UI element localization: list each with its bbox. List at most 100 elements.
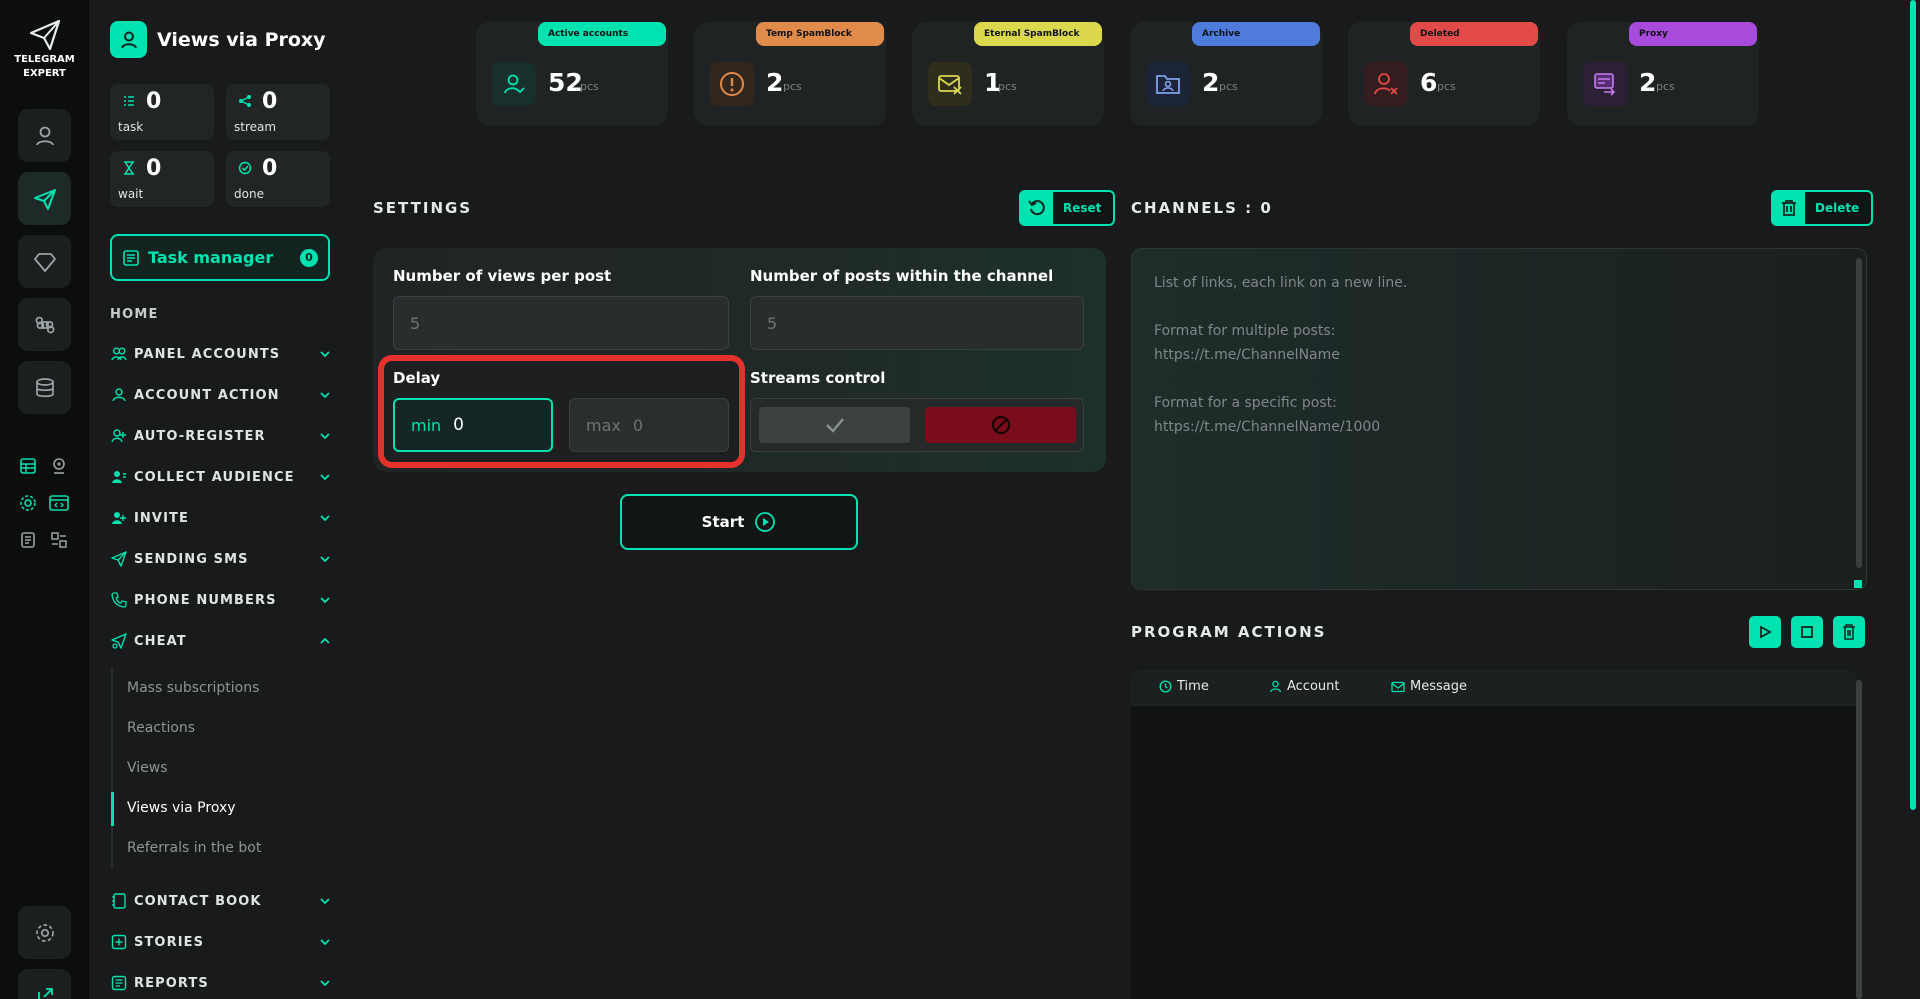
channels-hint-line: Format for a specific post: bbox=[1154, 395, 1337, 411]
menu-label: AUTO-REGISTER bbox=[134, 428, 266, 444]
menu-invite[interactable]: INVITE bbox=[110, 507, 332, 529]
counter-temp-spamblock[interactable]: Temp SpamBlock 2 pcs bbox=[694, 22, 886, 126]
counter-label: Archive bbox=[1192, 22, 1320, 46]
program-play-button[interactable] bbox=[1749, 616, 1781, 648]
submenu-reactions[interactable]: Reactions bbox=[127, 720, 195, 736]
external-link-icon bbox=[37, 987, 53, 999]
menu-stories[interactable]: STORIES bbox=[110, 931, 332, 953]
menu-contact-book[interactable]: CONTACT BOOK bbox=[110, 890, 332, 912]
program-stop-button[interactable] bbox=[1791, 616, 1823, 648]
menu-label: CHEAT bbox=[134, 633, 187, 649]
app-window: TELEGRAM EXPERT Views via Proxy 0 task 0… bbox=[0, 0, 1920, 999]
check-circle-icon bbox=[238, 161, 252, 175]
menu-sending-sms[interactable]: SENDING SMS bbox=[110, 548, 332, 570]
delay-max-input[interactable]: max 0 bbox=[569, 398, 729, 452]
submenu-referrals-in-the-bot[interactable]: Referrals in the bot bbox=[127, 840, 261, 856]
reset-button[interactable]: Reset bbox=[1019, 190, 1116, 226]
rail-code-window-icon[interactable] bbox=[48, 492, 70, 514]
rail-gear-icon[interactable] bbox=[17, 492, 39, 514]
delete-button[interactable]: Delete bbox=[1771, 190, 1874, 226]
rail-command-button[interactable] bbox=[18, 298, 71, 351]
counter-deleted[interactable]: Deleted 6 pcs bbox=[1348, 22, 1540, 126]
counter-proxy[interactable]: Proxy 2 pcs bbox=[1567, 22, 1759, 126]
menu-label: ACCOUNT ACTION bbox=[134, 387, 280, 403]
program-clear-button[interactable] bbox=[1833, 616, 1865, 648]
mail-block-icon bbox=[928, 62, 972, 106]
column-message[interactable]: Message bbox=[1391, 679, 1467, 694]
delay-min-value: 0 bbox=[453, 415, 464, 435]
menu-phone-numbers[interactable]: PHONE NUMBERS bbox=[110, 589, 332, 611]
chevron-down-icon bbox=[320, 433, 330, 440]
stat-done-label: done bbox=[234, 187, 264, 201]
rail-table-icon[interactable] bbox=[17, 455, 39, 477]
active-user-icon bbox=[492, 62, 536, 106]
submenu-views[interactable]: Views bbox=[127, 760, 168, 776]
counter-label: Eternal SpamBlock bbox=[974, 22, 1102, 46]
menu-label: SENDING SMS bbox=[134, 551, 249, 567]
menu-home[interactable]: HOME bbox=[110, 307, 159, 322]
program-actions-table: Time Account Message bbox=[1131, 670, 1858, 999]
settings-title: SETTINGS bbox=[373, 199, 473, 217]
menu-auto-register[interactable]: AUTO-REGISTER bbox=[110, 425, 332, 447]
counter-label: Active accounts bbox=[538, 22, 666, 46]
delete-label: Delete bbox=[1815, 201, 1860, 215]
rail-export-button[interactable] bbox=[18, 969, 71, 999]
menu-reports[interactable]: REPORTS bbox=[110, 972, 332, 994]
start-button[interactable]: Start bbox=[620, 494, 858, 550]
rail-accounts-button[interactable] bbox=[18, 109, 71, 162]
chevron-down-icon bbox=[320, 980, 330, 987]
user-icon bbox=[110, 386, 128, 404]
counter-value: 52 bbox=[548, 68, 583, 97]
logo-text-line2: EXPERT bbox=[23, 68, 66, 79]
task-list-icon bbox=[124, 96, 134, 106]
counter-archive[interactable]: Archive 2 pcs bbox=[1130, 22, 1322, 126]
menu-label: CONTACT BOOK bbox=[134, 893, 262, 909]
submenu-views-via-proxy[interactable]: Views via Proxy bbox=[127, 800, 236, 816]
menu-panel-accounts[interactable]: PANEL ACCOUNTS bbox=[110, 343, 332, 365]
counter-value: 2 bbox=[1639, 68, 1657, 97]
delay-max-prefix: max bbox=[586, 415, 621, 435]
program-actions-title: PROGRAM ACTIONS bbox=[1131, 623, 1327, 641]
task-manager-label: Task manager bbox=[148, 248, 274, 267]
streams-enable-button[interactable] bbox=[759, 407, 910, 443]
views-per-post-input[interactable]: 5 bbox=[393, 296, 729, 350]
channels-hint-line: https://t.me/ChannelName/1000 bbox=[1154, 419, 1381, 435]
chevron-down-icon bbox=[320, 515, 330, 522]
page-scrollbar[interactable] bbox=[1910, 0, 1916, 810]
chevron-down-icon bbox=[320, 474, 330, 481]
sidebar-header: Views via Proxy bbox=[110, 21, 326, 58]
chevron-down-icon bbox=[320, 939, 330, 946]
warning-icon bbox=[710, 62, 754, 106]
counter-active-accounts[interactable]: Active accounts 52 pcs bbox=[476, 22, 668, 126]
rail-send-button[interactable] bbox=[18, 172, 71, 225]
task-manager-button[interactable]: Task manager 0 bbox=[110, 234, 330, 281]
column-account[interactable]: Account bbox=[1269, 679, 1340, 694]
rail-layout-icon[interactable] bbox=[48, 529, 70, 551]
delay-min-input[interactable]: min 0 bbox=[393, 398, 553, 452]
menu-cheat[interactable]: CHEAT bbox=[110, 630, 332, 652]
posts-in-channel-input[interactable]: 5 bbox=[750, 296, 1084, 350]
app-logo[interactable]: TELEGRAM EXPERT bbox=[0, 18, 89, 80]
start-label: Start bbox=[701, 513, 745, 531]
menu-collect-audience[interactable]: COLLECT AUDIENCE bbox=[110, 466, 332, 488]
counter-eternal-spamblock[interactable]: Eternal SpamBlock 1 pcs bbox=[912, 22, 1104, 126]
chevron-down-icon bbox=[320, 898, 330, 905]
rail-location-icon[interactable] bbox=[48, 455, 70, 477]
streams-disable-button[interactable] bbox=[925, 407, 1076, 443]
counter-label: Proxy bbox=[1629, 22, 1757, 46]
streams-control bbox=[750, 398, 1084, 452]
rail-notes-icon[interactable] bbox=[17, 529, 39, 551]
rail-database-button[interactable] bbox=[18, 361, 71, 414]
program-actions-scrollbar[interactable] bbox=[1856, 680, 1862, 999]
channels-scrollbar[interactable] bbox=[1856, 258, 1862, 568]
rail-diamond-button[interactable] bbox=[18, 235, 71, 288]
rail-settings-button[interactable] bbox=[18, 906, 71, 959]
menu-account-action[interactable]: ACCOUNT ACTION bbox=[110, 384, 332, 406]
channels-textarea[interactable]: List of links, each link on a new line. … bbox=[1131, 248, 1867, 590]
play-icon bbox=[1760, 625, 1772, 639]
resize-handle-icon[interactable] bbox=[1854, 580, 1862, 588]
cheat-submenu-line bbox=[111, 668, 113, 868]
menu-label: REPORTS bbox=[134, 975, 209, 991]
column-time[interactable]: Time bbox=[1159, 679, 1209, 694]
submenu-mass-subscriptions[interactable]: Mass subscriptions bbox=[127, 680, 259, 696]
